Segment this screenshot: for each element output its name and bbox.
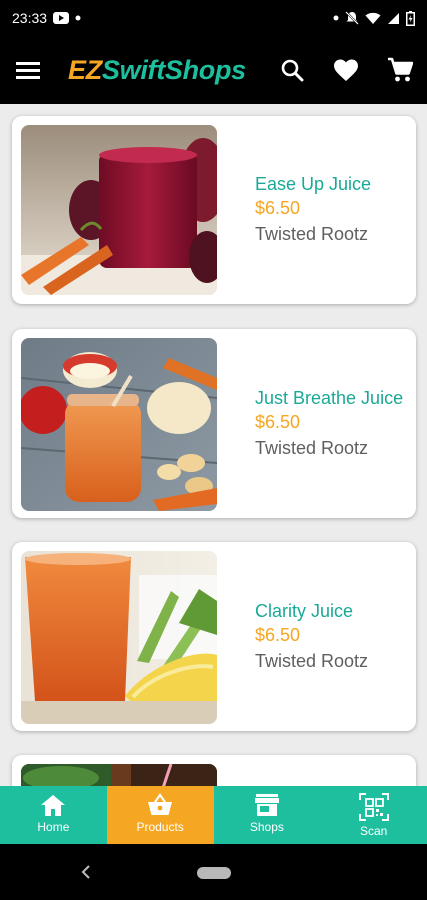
product-price: $6.50 <box>255 624 301 645</box>
product-shop: Twisted Rootz <box>255 437 369 458</box>
app-bar: EZSwiftShops <box>0 36 427 104</box>
status-time: 23:33 <box>12 10 48 26</box>
battery-icon <box>406 10 415 26</box>
product-list[interactable]: Ease Up Juice $6.50 Twisted Rootz Just B… <box>0 104 427 786</box>
chevron-left-icon <box>81 865 90 879</box>
shopping-cart-icon <box>388 57 413 82</box>
product-image <box>21 125 217 295</box>
nav-label: Shops <box>249 820 284 834</box>
product-card[interactable]: Ease Up Juice $6.50 Twisted Rootz <box>12 116 416 304</box>
product-name[interactable]: Clarity Juice <box>255 600 408 623</box>
nav-item-scan[interactable]: Scan <box>320 786 427 844</box>
system-navigation-bar <box>0 844 427 900</box>
nav-label: Scan <box>359 824 388 838</box>
product-shop: Twisted Rootz <box>255 650 369 671</box>
product-shop: Twisted Rootz <box>255 224 369 244</box>
search-button[interactable] <box>265 36 319 104</box>
youtube-notification-icon <box>53 12 70 24</box>
product-image <box>21 764 217 786</box>
store-icon <box>254 794 279 816</box>
system-home-pill[interactable] <box>197 867 231 879</box>
cart-button[interactable] <box>373 36 427 104</box>
notification-dot-icon <box>333 15 339 21</box>
nav-item-shops[interactable]: Shops <box>214 786 321 844</box>
wifi-icon <box>365 12 381 25</box>
favorites-button[interactable] <box>319 36 373 104</box>
nav-item-home[interactable]: Home <box>0 786 107 844</box>
nav-label: Products <box>136 820 184 834</box>
status-bar: 23:33 <box>0 0 427 36</box>
system-back-button[interactable] <box>76 860 96 884</box>
product-card[interactable]: Just Breathe Juice $6.50 Twisted Rootz <box>12 329 416 518</box>
product-image <box>21 338 217 511</box>
nav-label: Home <box>37 820 70 834</box>
product-info: Clarity Juice $6.50 Twisted Rootz <box>255 542 408 731</box>
signal-icon <box>387 12 400 25</box>
product-card[interactable]: Clarity Juice $6.50 Twisted Rootz <box>12 542 416 731</box>
menu-button[interactable] <box>0 36 56 104</box>
home-icon <box>41 795 66 816</box>
product-info: Just Breathe Juice $6.50 Twisted Rootz <box>255 329 408 518</box>
app-logo: EZSwiftShops <box>68 55 246 86</box>
product-info: Ease Up Juice $6.50 Twisted Rootz <box>255 116 408 304</box>
qr-code-icon <box>358 793 389 821</box>
product-name[interactable]: Ease Up Juice <box>255 173 408 196</box>
product-card[interactable] <box>12 755 416 786</box>
product-price: $6.50 <box>255 198 301 218</box>
product-name[interactable]: Just Breathe Juice <box>255 387 408 410</box>
heart-icon <box>334 59 358 81</box>
brand-prefix: EZ <box>68 54 102 85</box>
bottom-navigation: Home Products Shops Scan <box>0 786 427 844</box>
do-not-disturb-icon <box>345 11 359 25</box>
search-icon <box>281 59 304 82</box>
brand-suffix: SwiftShops <box>101 54 246 85</box>
product-image <box>21 551 217 724</box>
basket-icon <box>148 793 173 815</box>
nav-item-products[interactable]: Products <box>106 786 214 844</box>
hamburger-menu-icon <box>16 62 40 79</box>
product-price: $6.50 <box>255 411 301 432</box>
notification-dot-icon <box>75 15 81 21</box>
